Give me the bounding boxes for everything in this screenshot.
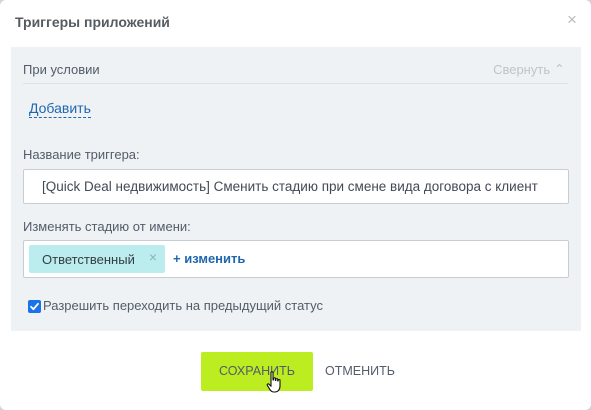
user-chip: Ответственный × — [29, 245, 165, 273]
condition-header: При условии Свернуть ⌄ — [23, 61, 568, 84]
chip-remove-icon[interactable]: × — [149, 249, 157, 265]
change-stage-label: Изменять стадию от имени: — [23, 219, 191, 234]
change-user-link[interactable]: + изменить — [173, 251, 245, 266]
collapse-label: Свернуть — [493, 62, 551, 77]
allow-previous-checkbox[interactable] — [28, 300, 41, 313]
user-chip-label: Ответственный — [42, 252, 135, 267]
cancel-button[interactable]: ОТМЕНИТЬ — [325, 352, 395, 391]
condition-label: При условии — [23, 62, 100, 77]
trigger-dialog: Триггеры приложений × При условии Сверну… — [0, 0, 591, 410]
add-condition-link[interactable]: Добавить — [29, 100, 91, 118]
collapse-button[interactable]: Свернуть ⌄ — [493, 61, 565, 78]
trigger-settings-panel: При условии Свернуть ⌄ Добавить Название … — [11, 47, 581, 331]
save-button[interactable]: СОХРАНИТЬ — [201, 352, 313, 391]
check-icon — [30, 302, 39, 311]
close-icon[interactable]: × — [564, 10, 580, 30]
allow-previous-label: Разрешить переходить на предыдущий стату… — [43, 298, 323, 313]
trigger-name-input[interactable] — [23, 169, 569, 204]
chevron-up-icon: ⌄ — [554, 61, 565, 76]
user-selector: Ответственный × + изменить — [23, 240, 569, 278]
dialog-title: Триггеры приложений — [15, 14, 170, 30]
trigger-name-label: Название триггера: — [23, 147, 140, 162]
